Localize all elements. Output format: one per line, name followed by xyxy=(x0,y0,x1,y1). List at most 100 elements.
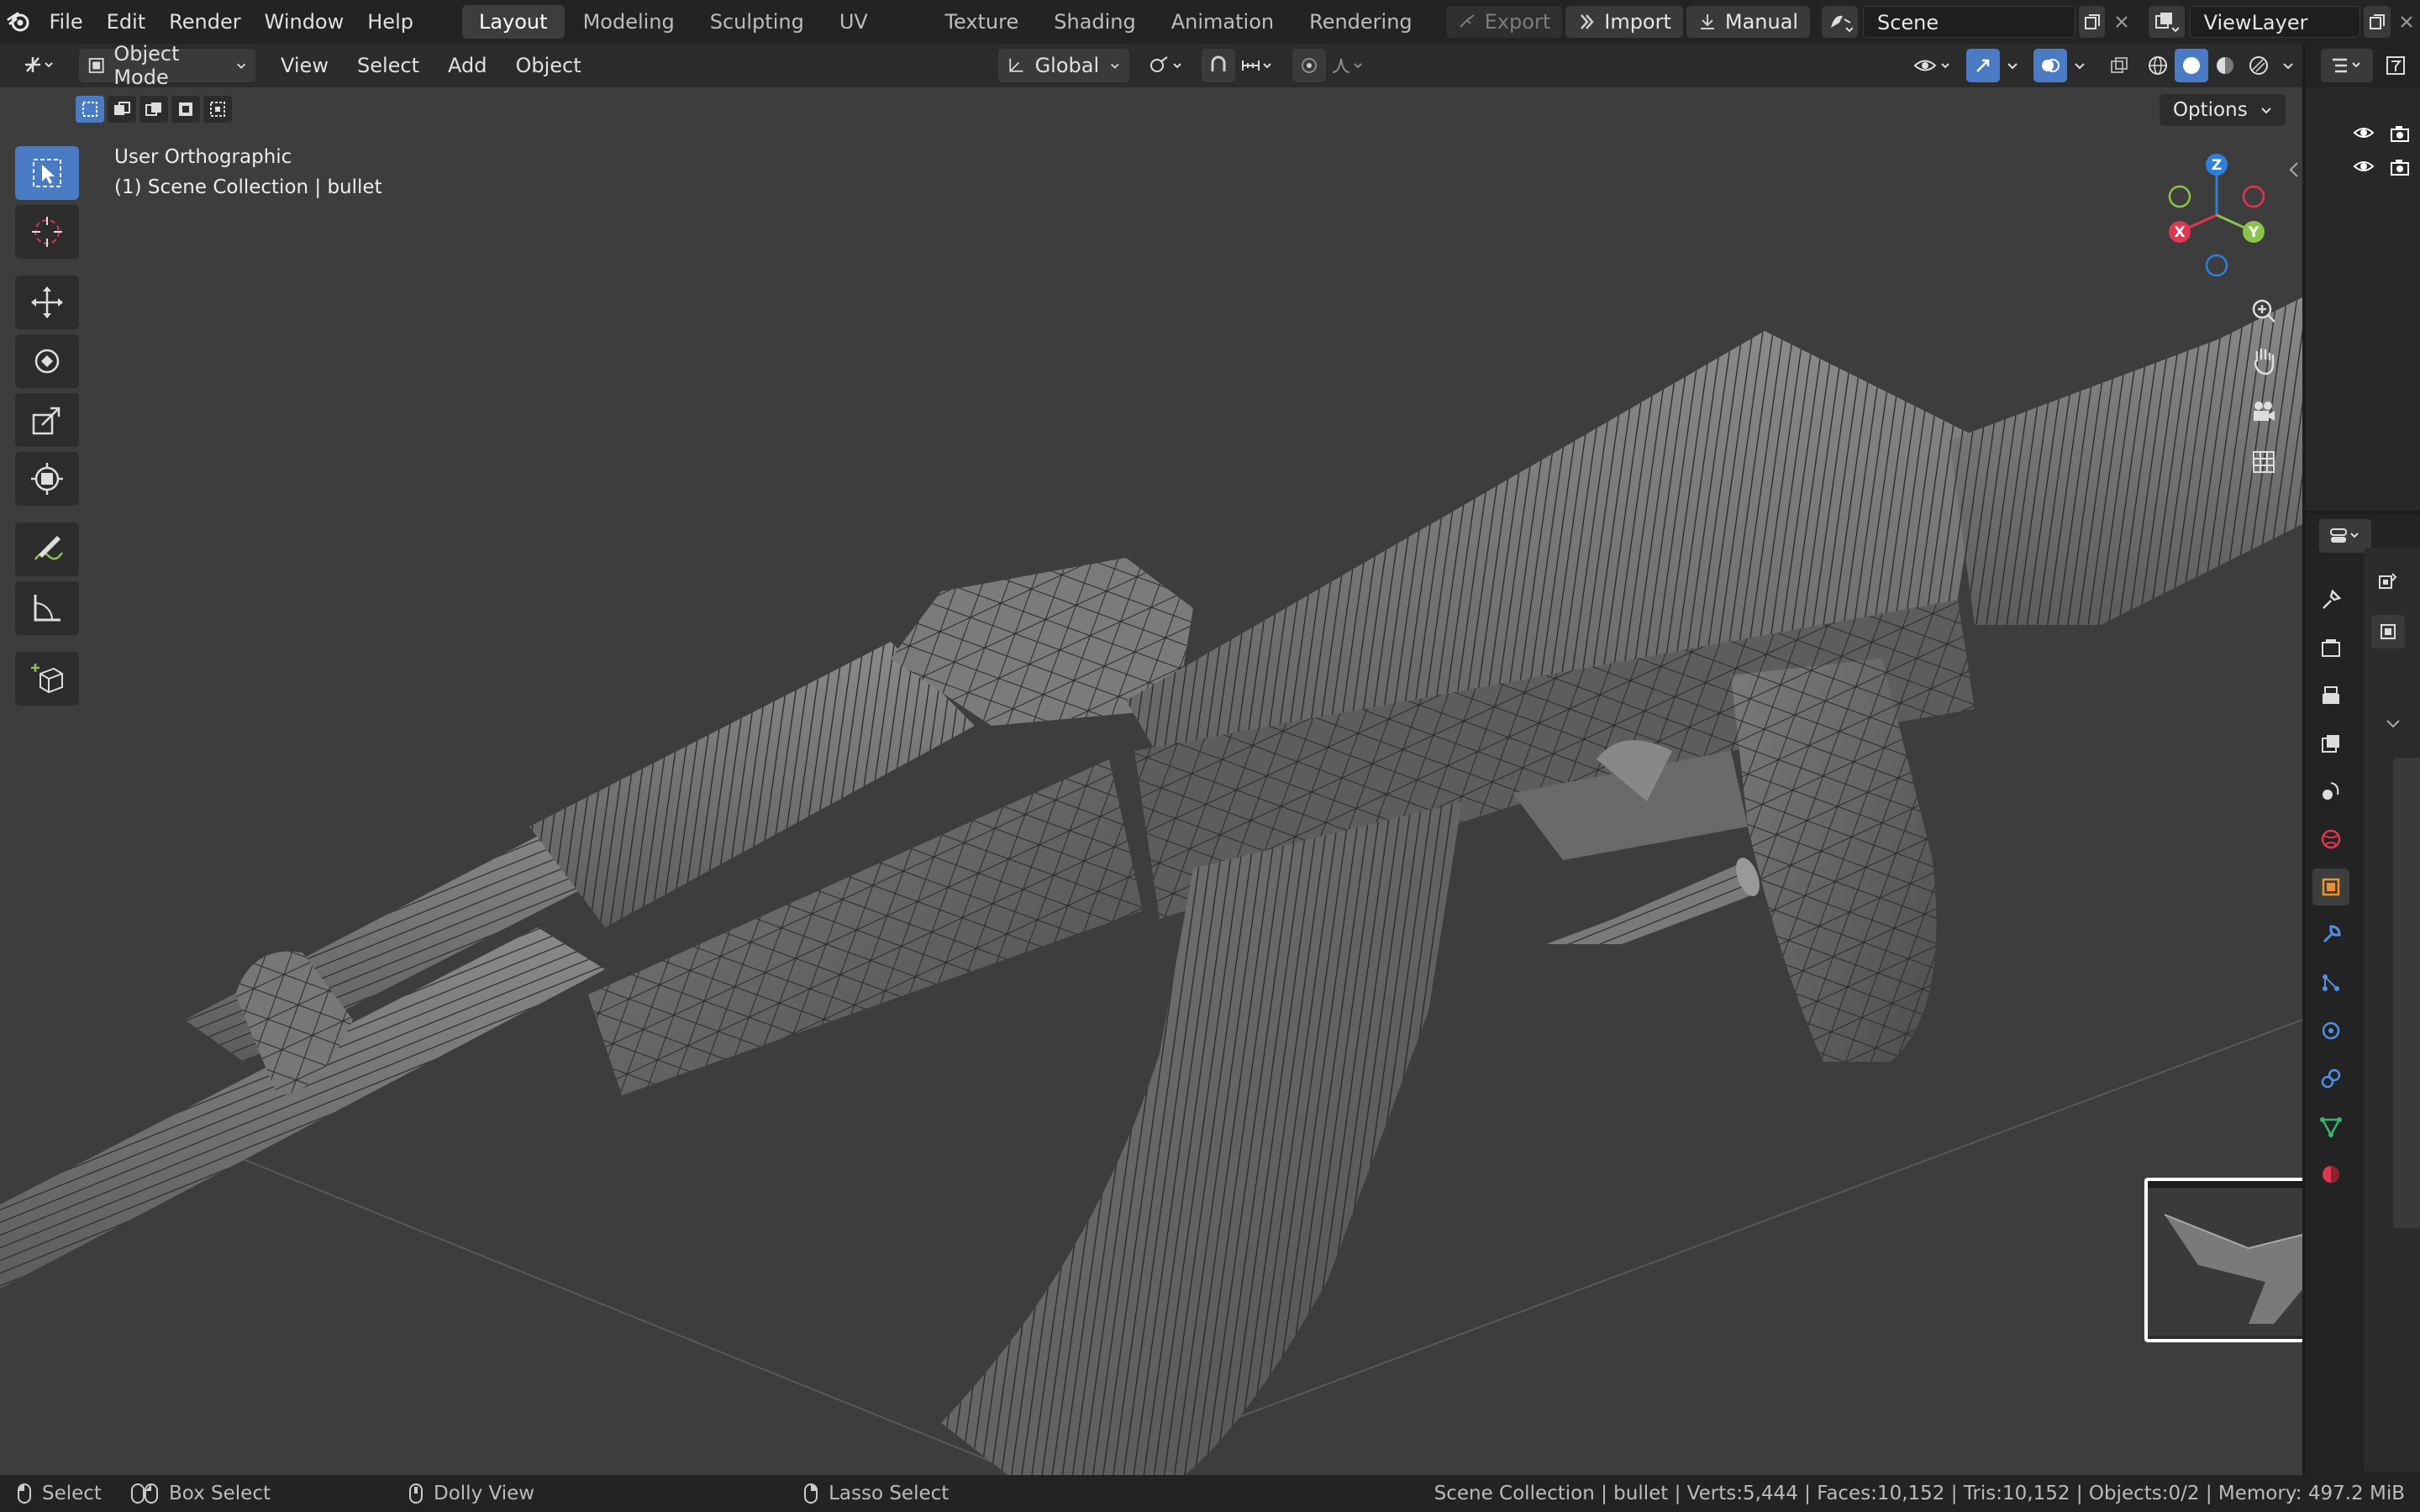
tab-texture-paint[interactable]: Texture Paint xyxy=(928,5,1035,67)
tab-rendering[interactable]: Rendering xyxy=(1292,5,1429,39)
outliner-row[interactable] xyxy=(2353,158,2410,176)
properties-editor-type-icon[interactable] xyxy=(2319,519,2371,553)
scene-tab-icon[interactable] xyxy=(2312,773,2349,810)
add-cube-tool-icon[interactable] xyxy=(15,652,79,706)
tab-layout[interactable]: Layout xyxy=(461,5,565,39)
tab-modeling[interactable]: Modeling xyxy=(566,5,692,39)
select-subtract-icon[interactable] xyxy=(139,96,168,123)
tab-sculpting[interactable]: Sculpting xyxy=(693,5,821,39)
menu-help[interactable]: Help xyxy=(355,0,425,44)
camera-view-icon[interactable] xyxy=(2242,390,2286,433)
new-scene-icon[interactable] xyxy=(2079,6,2106,38)
delete-scene-icon[interactable] xyxy=(2108,6,2134,38)
pin-icon[interactable] xyxy=(2371,564,2405,598)
pan-hand-icon[interactable] xyxy=(2242,339,2286,383)
orientation-icon xyxy=(1009,58,1023,72)
collapse-arrow-icon[interactable] xyxy=(2286,160,2302,180)
editor-type-button[interactable] xyxy=(13,49,64,82)
snap-toggle-icon[interactable] xyxy=(1201,49,1235,82)
rotate-tool-icon[interactable] xyxy=(15,334,79,388)
tab-animation[interactable]: Animation xyxy=(1155,5,1291,39)
options-dropdown[interactable]: Options xyxy=(2159,94,2286,126)
3d-viewport[interactable]: User Orthographic (1) Scene Collection |… xyxy=(0,87,2302,1475)
tool-tab-icon[interactable] xyxy=(2312,581,2349,618)
import-button[interactable]: Import xyxy=(1565,6,1683,38)
outliner-editor-type-icon[interactable] xyxy=(2321,49,2373,82)
move-tool-icon[interactable] xyxy=(15,276,79,329)
outliner-filter-icon[interactable] xyxy=(2383,53,2408,78)
transform-tool-icon[interactable] xyxy=(15,452,79,506)
menu-view[interactable]: View xyxy=(272,49,337,82)
manual-button[interactable]: Manual xyxy=(1686,6,1811,38)
proportional-edit-icon[interactable] xyxy=(1292,49,1326,82)
measure-tool-icon[interactable] xyxy=(15,581,79,635)
view-layer-tab-icon[interactable] xyxy=(2312,725,2349,762)
view-layer-browse-icon[interactable] xyxy=(2148,6,2185,38)
visibility-icon[interactable] xyxy=(1907,49,1961,82)
wireframe-shading-icon[interactable] xyxy=(2141,49,2175,82)
select-extend-icon[interactable] xyxy=(108,96,136,123)
tab-shading[interactable]: Shading xyxy=(1037,5,1153,39)
camera-icon[interactable] xyxy=(2390,158,2410,176)
material-tab-icon[interactable] xyxy=(2312,1156,2349,1193)
menu-file[interactable]: File xyxy=(38,0,95,44)
panel-collapse-icon[interactable] xyxy=(2385,717,2402,734)
overlays-toggle-icon[interactable] xyxy=(2033,49,2067,82)
object-data-icon[interactable] xyxy=(2371,615,2405,648)
new-view-layer-icon[interactable] xyxy=(2364,6,2391,38)
annotate-tool-icon[interactable] xyxy=(15,522,79,576)
menu-edit[interactable]: Edit xyxy=(95,0,157,44)
menu-window[interactable]: Window xyxy=(253,0,356,44)
menu-select[interactable]: Select xyxy=(349,49,428,82)
scene-browse-icon[interactable] xyxy=(1822,6,1858,38)
scene-name-field[interactable]: Scene xyxy=(1862,6,2076,38)
menu-object[interactable]: Object xyxy=(507,49,589,82)
outliner-row[interactable] xyxy=(2353,124,2410,143)
material-shading-icon[interactable] xyxy=(2208,49,2242,82)
gizmo-dropdown-icon[interactable] xyxy=(2000,49,2025,82)
overlays-dropdown-icon[interactable] xyxy=(2067,49,2092,82)
rendered-shading-icon[interactable] xyxy=(2242,49,2275,82)
output-tab-icon[interactable] xyxy=(2312,677,2349,714)
data-tab-icon[interactable] xyxy=(2312,1108,2349,1145)
navigation-gizmo[interactable]: Z X Y xyxy=(2160,151,2277,277)
pivot-point-icon[interactable] xyxy=(1139,49,1193,82)
modifiers-tab-icon[interactable] xyxy=(2312,916,2349,953)
chevron-right-icon xyxy=(1581,14,1594,29)
select-invert-icon[interactable] xyxy=(171,96,200,123)
view-layer-field[interactable]: ViewLayer xyxy=(2189,6,2361,38)
eye-icon[interactable] xyxy=(2353,158,2375,175)
gizmo-toggle-icon[interactable] xyxy=(1965,49,2000,82)
falloff-icon[interactable] xyxy=(1326,49,1373,82)
select-new-icon[interactable] xyxy=(76,96,104,123)
particles-tab-icon[interactable] xyxy=(2312,964,2349,1001)
camera-icon[interactable] xyxy=(2390,124,2410,143)
delete-view-layer-icon[interactable] xyxy=(2394,6,2420,38)
solid-shading-icon[interactable] xyxy=(2174,49,2208,82)
eye-icon[interactable] xyxy=(2353,124,2375,141)
select-box-tool-icon[interactable] xyxy=(15,146,79,200)
world-tab-icon[interactable] xyxy=(2312,821,2349,858)
render-tab-icon[interactable] xyxy=(2312,629,2349,666)
physics-tab-icon[interactable] xyxy=(2312,1012,2349,1049)
select-intersect-icon[interactable] xyxy=(203,96,232,123)
export-button[interactable]: Export xyxy=(1445,6,1563,38)
object-tab-icon[interactable] xyxy=(2312,869,2349,906)
mode-dropdown[interactable]: Object Mode xyxy=(79,42,255,89)
tab-uv-editing[interactable]: UV Editing xyxy=(823,5,927,67)
zoom-icon[interactable] xyxy=(2242,289,2286,333)
status-dolly-view-label: Dolly View xyxy=(434,1483,535,1504)
menu-render[interactable]: Render xyxy=(157,0,252,44)
navigation-controls xyxy=(2242,289,2286,484)
ortho-grid-icon[interactable] xyxy=(2242,440,2286,484)
menu-add[interactable]: Add xyxy=(439,49,495,82)
xray-toggle-icon[interactable] xyxy=(2102,49,2136,82)
cursor-tool-icon[interactable] xyxy=(15,205,79,259)
snap-target-icon[interactable] xyxy=(1235,49,1282,82)
constraints-tab-icon[interactable] xyxy=(2312,1060,2349,1097)
transform-orientation-dropdown[interactable]: Global xyxy=(997,49,1129,82)
shading-dropdown-icon[interactable] xyxy=(2275,49,2301,82)
blender-logo-icon[interactable] xyxy=(0,0,38,44)
scale-tool-icon[interactable] xyxy=(15,393,79,447)
property-fields-column[interactable] xyxy=(2393,758,2420,1228)
